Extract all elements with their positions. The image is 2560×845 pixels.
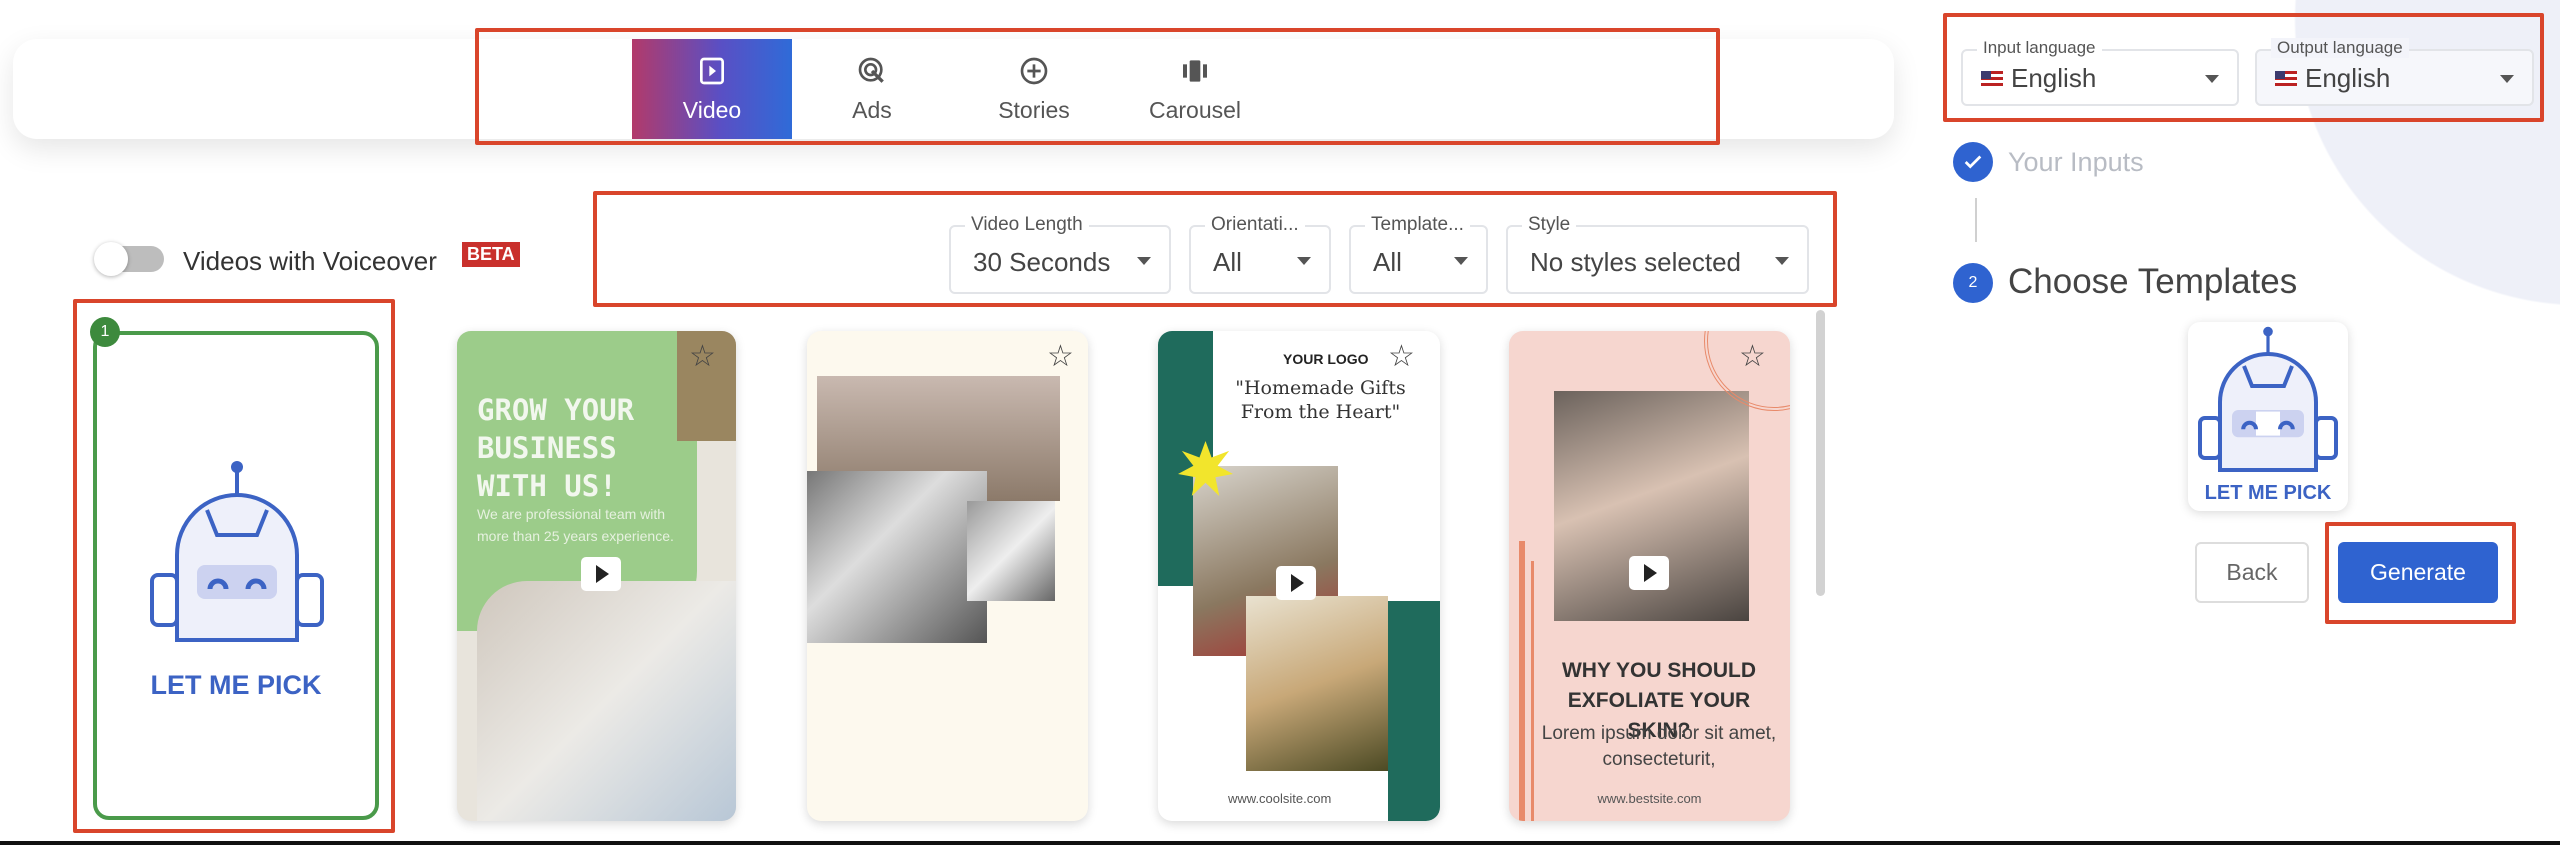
tab-label: Stories <box>998 96 1070 123</box>
field-label: Video Length <box>965 214 1089 236</box>
field-value: All <box>1213 247 1242 277</box>
orientation-select[interactable]: Orientati... All <box>1189 214 1331 294</box>
caret-down-icon <box>1297 257 1311 265</box>
caret-down-icon <box>2205 75 2219 83</box>
tab-carousel[interactable]: Carousel <box>1115 39 1275 139</box>
selected-template-preview: LET ME PICK <box>2188 322 2348 511</box>
plus-circle-icon <box>1020 57 1048 84</box>
toggle-knob <box>94 242 128 276</box>
template-select[interactable]: Template... All <box>1349 214 1488 294</box>
play-icon <box>1629 556 1669 590</box>
favorite-star-icon[interactable]: ☆ <box>1388 339 1415 374</box>
step-done-check-icon <box>1953 142 1993 182</box>
card-footer: www.coolsite.com <box>1228 791 1332 806</box>
caret-down-icon <box>1454 257 1468 265</box>
us-flag-icon <box>2275 71 2297 86</box>
green-block <box>1388 601 1440 821</box>
play-icon <box>1276 566 1316 600</box>
preview-label: LET ME PICK <box>2204 482 2332 504</box>
field-label: Orientati... <box>1205 214 1305 236</box>
field-value: 30 Seconds <box>973 247 1111 277</box>
card-body: We are professional team with more than … <box>477 506 674 544</box>
photo-office <box>807 471 987 643</box>
voiceover-toggle[interactable] <box>94 242 164 276</box>
field-value: English <box>2305 63 2391 93</box>
selection-order-badge: 1 <box>90 317 120 347</box>
step-number-badge: 2 <box>1953 263 1993 303</box>
scrollbar[interactable] <box>1816 310 1825 596</box>
template-card-exfoliate[interactable]: WHY YOU SHOULD EXFOLIATE YOUR SKIN? Lore… <box>1509 331 1790 821</box>
field-label: Output language <box>2271 38 2409 58</box>
video-length-select[interactable]: Video Length 30 Seconds <box>949 214 1171 294</box>
generate-button[interactable]: Generate <box>2338 542 2498 603</box>
accent-line <box>1531 561 1534 821</box>
accent-line <box>1519 541 1525 821</box>
field-label: Template... <box>1365 214 1470 236</box>
tab-ads[interactable]: Ads <box>792 39 952 139</box>
caret-down-icon <box>1775 257 1789 265</box>
play-square-icon <box>700 57 724 84</box>
tab-label: Carousel <box>1148 96 1242 123</box>
field-label: Input language <box>1977 38 2102 58</box>
step-your-inputs: Your Inputs <box>2008 147 2144 177</box>
photo-people <box>967 501 1055 601</box>
beta-badge: BETA <box>462 242 520 267</box>
play-icon <box>581 557 621 591</box>
us-flag-icon <box>1981 71 2003 86</box>
favorite-star-icon[interactable]: ☆ <box>1047 339 1074 374</box>
let-me-pick-label: LET ME PICK <box>150 670 322 700</box>
caret-down-icon <box>1137 257 1151 265</box>
output-language-select[interactable]: Output language English <box>2255 38 2534 106</box>
tab-video[interactable]: Video <box>632 39 792 139</box>
style-select[interactable]: Style No styles selected <box>1506 214 1809 294</box>
template-card-let-me-pick[interactable]: LET ME PICK <box>93 331 379 820</box>
input-language-select[interactable]: Input language English <box>1961 38 2239 106</box>
tab-label: Ads <box>852 96 892 123</box>
photo-meeting <box>477 581 736 821</box>
field-value: English <box>2011 63 2097 93</box>
tab-label: Video <box>682 96 742 123</box>
back-button[interactable]: Back <box>2195 542 2309 603</box>
template-card-photo-collage[interactable]: ☆ <box>807 331 1088 821</box>
card-footer: www.bestsite.com <box>1597 791 1702 806</box>
robot-icon <box>150 461 324 642</box>
card-body: Lorem ipsum dolor sit amet, consecteturi… <box>1541 723 1777 770</box>
voiceover-label: Videos with Voiceover <box>183 246 437 276</box>
bottom-border <box>0 841 2560 845</box>
step-connector <box>1975 198 1977 242</box>
template-card-grow-business[interactable]: GROW YOUR BUSINESS WITH US! We are profe… <box>457 331 736 821</box>
field-value: All <box>1373 247 1402 277</box>
tab-stories[interactable]: Stories <box>954 39 1114 139</box>
robot-icon <box>2198 326 2338 472</box>
photo-gift-wrap <box>1246 596 1388 771</box>
field-label: Style <box>1522 214 1577 236</box>
favorite-star-icon[interactable]: ☆ <box>1739 339 1766 374</box>
logo-text: YOUR LOGO <box>1283 351 1369 367</box>
caret-down-icon <box>2500 75 2514 83</box>
favorite-star-icon[interactable]: ☆ <box>689 339 716 374</box>
card-title: "Homemade Gifts From the Heart" <box>1235 377 1406 423</box>
field-value: No styles selected <box>1530 247 1741 277</box>
step-choose-templates: Choose Templates <box>2008 262 2298 301</box>
template-card-homemade-gifts[interactable]: YOUR LOGO "Homemade Gifts From the Heart… <box>1158 331 1440 821</box>
card-title: GROW YOUR BUSINESS WITH US! <box>477 393 635 503</box>
target-click-icon <box>858 57 884 83</box>
carousel-icon <box>1183 59 1207 82</box>
